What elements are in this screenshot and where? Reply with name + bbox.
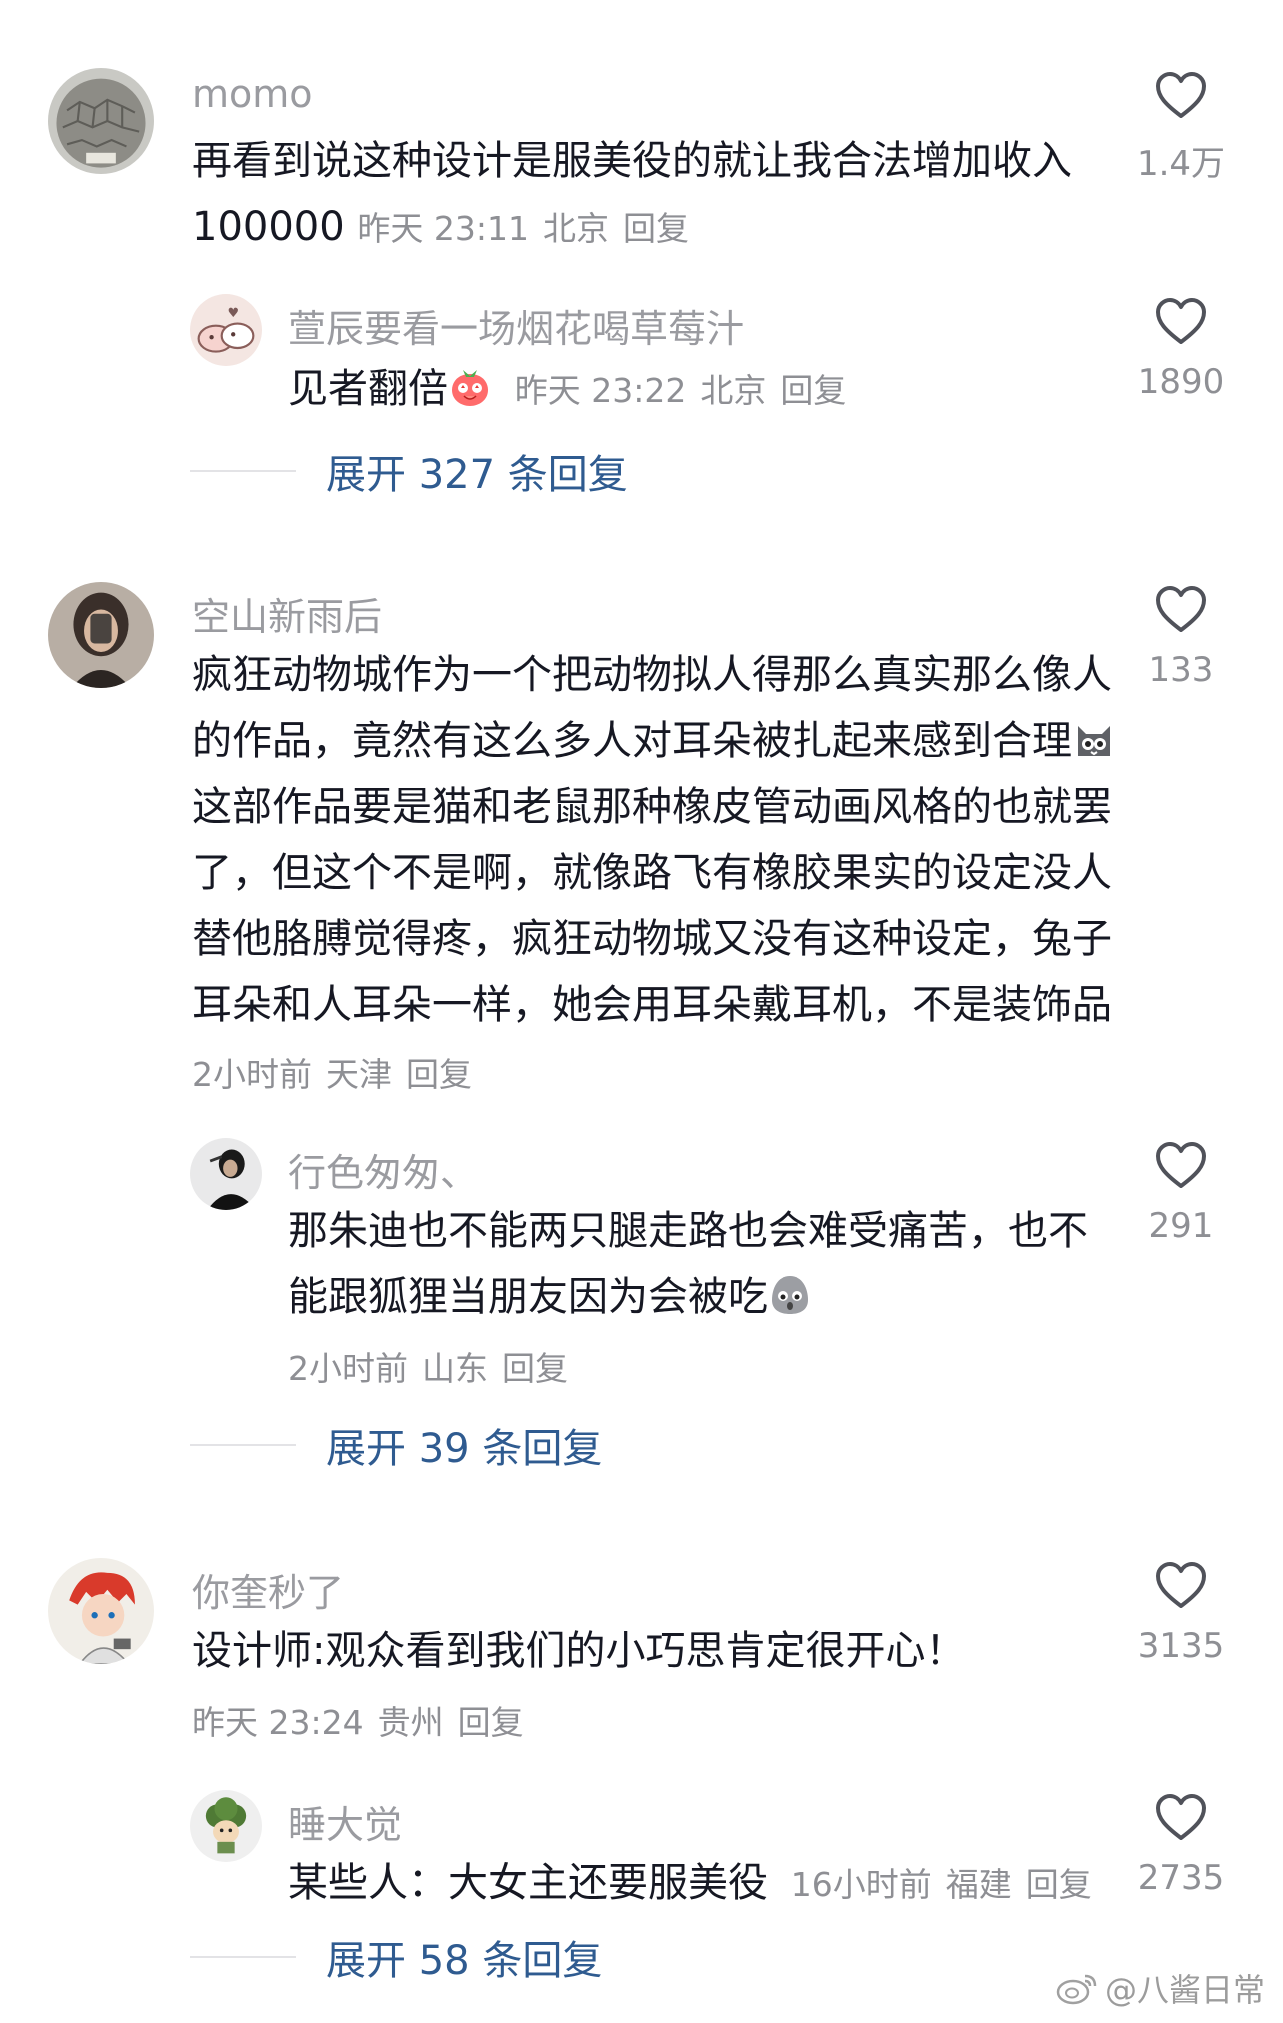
reply-author[interactable]: 睡大觉 [288,1794,402,1849]
reply-body: 见者翻倍 昨天 23:22 北京 回复 [288,356,1128,424]
divider [190,470,296,472]
comment-location: 北京 [543,209,610,248]
reply-button[interactable]: 回复 [458,1703,524,1742]
avatar[interactable] [48,1558,154,1664]
reply-location: 山东 [422,1349,488,1388]
comment-location: 贵州 [377,1703,444,1742]
comment-meta: 昨天 23:11 北京 回复 [357,209,703,248]
expand-replies-button[interactable]: 展开 327 条回复 [190,446,628,498]
like-button[interactable]: 1.4万 [1121,72,1241,185]
reply-button[interactable]: 回复 [1026,1865,1092,1904]
reply-button[interactable]: 回复 [502,1349,568,1388]
reply-location: 北京 [700,371,767,410]
like-count: 1.4万 [1136,144,1226,184]
sad-blob-emoji [768,1272,812,1316]
reply-body: 那朱迪也不能两只腿走路也会难受痛苦，也不能跟狐狸当朋友因为会被吃 2小时前 山东回… [288,1198,1108,1402]
reply-meta: 16小时前 福建 回复 [791,1865,1106,1904]
comment-text: 设计师:观众看到我们的小巧思肯定很开心！ [192,1628,966,1674]
expand-replies-button[interactable]: 展开 58 条回复 [190,1932,602,1984]
like-button[interactable]: 133 [1121,586,1241,690]
reply-location: 福建 [945,1865,1012,1904]
comment-body: 疯狂动物城作为一个把动物拟人得那么真实那么像人的作品，竟然有这么多人对耳朵被扎起… [192,642,1122,1108]
expand-replies-label: 展开 39 条回复 [326,1426,603,1472]
reply-text: 见者翻倍 [288,366,448,412]
reply-button[interactable]: 回复 [623,209,689,248]
like-count: 3135 [1137,1626,1225,1666]
like-count: 133 [1148,650,1214,690]
heart-outline-icon [1156,1562,1206,1608]
comment-body: 设计师:观众看到我们的小巧思肯定很开心！ 昨天 23:24 贵州 回复 [192,1618,1122,1756]
like-count: 2735 [1137,1858,1225,1898]
comment-author[interactable]: momo [192,72,313,116]
comment-time: 2小时前 [192,1055,312,1094]
comment-time: 昨天 23:11 [357,209,530,248]
heart-outline-icon [1156,1794,1206,1840]
watermark-text: @八酱日常 [1104,1971,1265,2009]
comment-meta: 昨天 23:24 贵州 回复 [192,1690,1122,1756]
comment-text-part1: 疯狂动物城作为一个把动物拟人得那么真实那么像人的作品，竟然有这么多人对耳朵被扎起… [192,652,1112,764]
reply-button[interactable]: 回复 [406,1055,472,1094]
avatar[interactable] [190,1790,262,1862]
avatar[interactable]: ♥ [190,294,262,366]
reply-time: 昨天 23:22 [514,371,687,410]
heart-outline-icon [1156,586,1206,632]
comment-meta: 2小时前 天津 回复 [192,1055,486,1094]
comment-author[interactable]: 空山新雨后 [192,586,382,641]
like-count: 1890 [1137,362,1225,402]
heart-outline-icon [1156,298,1206,344]
cat-face-emoji [1072,716,1116,760]
comment-body: 再看到说这种设计是服美役的就让我合法增加收入100000 昨天 23:11 北京回… [192,128,1122,262]
like-count: 291 [1148,1206,1214,1246]
avatar[interactable] [48,68,154,174]
watermark: @八酱日常 [1055,1965,1265,2011]
reply-body: 某些人：大女主还要服美役 16小时前 福建 回复 [288,1850,1128,1918]
reply-author[interactable]: 行色匆匆、 [288,1142,478,1197]
heart-outline-icon [1156,72,1206,118]
divider [190,1956,296,1958]
comment-author[interactable]: 你奎秒了 [192,1562,344,1617]
reply-author[interactable]: 萱辰要看一场烟花喝草莓汁 [288,298,744,353]
expand-replies-label: 展开 327 条回复 [326,452,628,498]
comment-time: 昨天 23:24 [192,1703,364,1742]
strawberry-face-emoji [448,364,492,408]
svg-text:♥: ♥ [227,306,239,321]
avatar[interactable] [190,1138,262,1210]
divider [190,1444,296,1446]
reply-text: 某些人：大女主还要服美役 [288,1860,768,1906]
like-button[interactable]: 3135 [1121,1562,1241,1666]
comment-text-part2: 这部作品要是猫和老鼠那种橡皮管动画风格的也就罢了，但这个不是啊，就像路飞有橡胶果… [192,784,1112,1028]
avatar[interactable] [48,582,154,688]
comment-location: 天津 [326,1055,392,1094]
reply-time: 2小时前 [288,1349,408,1388]
like-button[interactable]: 291 [1121,1142,1241,1246]
like-button[interactable]: 2735 [1121,1794,1241,1898]
heart-outline-icon [1156,1142,1206,1188]
reply-time: 16小时前 [790,1865,932,1904]
reply-meta: 2小时前 山东 回复 [288,1336,1108,1402]
reply-text: 那朱迪也不能两只腿走路也会难受痛苦，也不能跟狐狸当朋友因为会被吃 [288,1208,1088,1320]
expand-replies-button[interactable]: 展开 39 条回复 [190,1420,602,1472]
like-button[interactable]: 1890 [1121,298,1241,402]
reply-meta: 昨天 23:22 北京 回复 [515,371,861,410]
expand-replies-label: 展开 58 条回复 [326,1938,603,1984]
weibo-logo-icon [1056,1974,1097,2005]
reply-button[interactable]: 回复 [780,371,846,410]
